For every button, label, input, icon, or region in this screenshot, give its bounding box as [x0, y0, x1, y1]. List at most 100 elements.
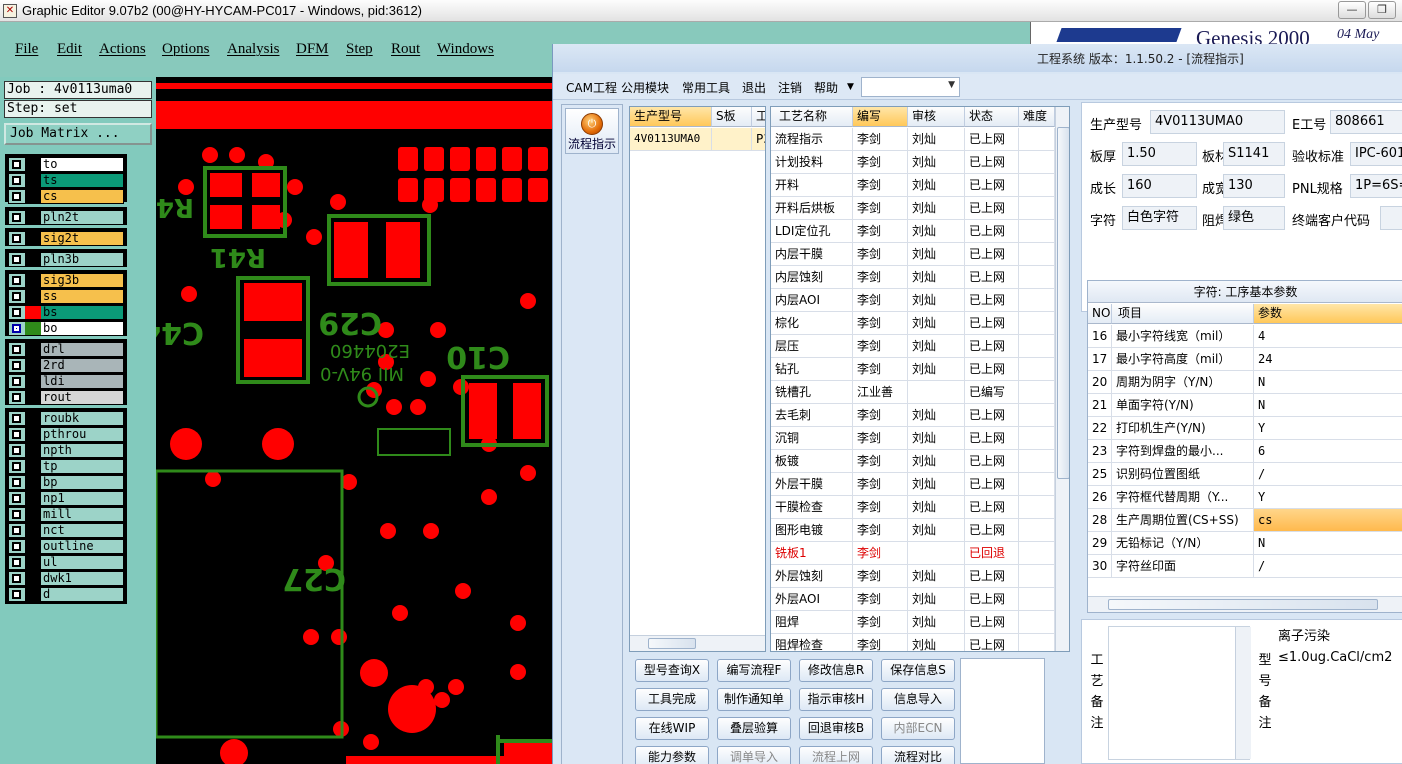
sboard-cell[interactable] — [712, 128, 752, 151]
job-matrix-button[interactable]: Job Matrix ... — [4, 123, 152, 145]
action-button[interactable]: 型号查询X — [635, 659, 709, 682]
layer-checkbox[interactable] — [12, 510, 21, 519]
process-cell[interactable]: 刘灿 — [908, 519, 965, 542]
process-cell[interactable]: 已上网 — [965, 289, 1019, 312]
col-header-difficulty[interactable]: 难度 — [1019, 107, 1055, 127]
process-cell[interactable]: 李剑 — [853, 634, 908, 651]
process-cell[interactable]: 去毛刺 — [771, 404, 853, 427]
menu-edit[interactable]: Edit — [57, 41, 82, 58]
layer-row-pln3b[interactable]: pln3b — [8, 252, 124, 267]
layer-checkbox[interactable] — [12, 377, 21, 386]
menu-logout[interactable]: 注销 — [778, 79, 802, 96]
layer-checkbox[interactable] — [12, 361, 21, 370]
layer-checkbox[interactable] — [12, 345, 21, 354]
action-button[interactable]: 制作通知单 — [717, 688, 791, 711]
field-length[interactable]: 160 — [1122, 174, 1197, 198]
process-cell[interactable] — [1019, 450, 1055, 473]
process-cell[interactable] — [1019, 611, 1055, 634]
menu-exit[interactable]: 退出 — [742, 79, 766, 96]
field-eno[interactable]: 808661 — [1330, 110, 1402, 134]
process-cell[interactable] — [1019, 565, 1055, 588]
layer-row-pthrou[interactable]: pthrou — [8, 427, 124, 442]
param-cell[interactable]: / — [1254, 555, 1402, 578]
process-cell[interactable]: 李剑 — [853, 588, 908, 611]
process-cell[interactable]: 已上网 — [965, 473, 1019, 496]
layer-checkbox[interactable] — [12, 176, 21, 185]
process-cell[interactable] — [1019, 542, 1055, 565]
process-cell[interactable]: 外层蚀刻 — [771, 565, 853, 588]
layer-checkbox[interactable] — [12, 494, 21, 503]
col-header-writer[interactable]: 编写 — [853, 107, 908, 127]
process-cell[interactable]: 李剑 — [853, 335, 908, 358]
process-cell[interactable]: 李剑 — [853, 243, 908, 266]
col-header-process[interactable]: 工艺名称 — [771, 107, 853, 127]
process-cell[interactable]: 李剑 — [853, 128, 908, 151]
field-customer[interactable] — [1380, 206, 1402, 230]
menu-common-tools[interactable]: 常用工具 — [682, 79, 730, 96]
param-cell[interactable]: 打印机生产(Y/N) — [1112, 417, 1254, 440]
process-cell[interactable]: 刘灿 — [908, 450, 965, 473]
process-cell[interactable]: 李剑 — [853, 450, 908, 473]
process-cell[interactable] — [1019, 174, 1055, 197]
param-cell[interactable]: 26 — [1088, 486, 1112, 509]
menu-actions[interactable]: Actions — [99, 41, 146, 58]
field-width[interactable]: 130 — [1223, 174, 1285, 198]
process-cell[interactable]: 李剑 — [853, 312, 908, 335]
process-cell[interactable]: 图形电镀 — [771, 519, 853, 542]
action-button[interactable]: 流程对比 — [881, 746, 955, 764]
menu-windows[interactable]: Windows — [437, 41, 494, 58]
layer-checkbox[interactable] — [12, 430, 21, 439]
process-cell[interactable] — [1019, 473, 1055, 496]
process-cell[interactable]: 开料 — [771, 174, 853, 197]
process-cell[interactable] — [1019, 381, 1055, 404]
process-cell[interactable] — [1019, 519, 1055, 542]
layer-checkbox[interactable] — [12, 276, 21, 285]
process-cell[interactable]: 李剑 — [853, 197, 908, 220]
param-hscroll[interactable] — [1088, 596, 1402, 612]
process-cell[interactable]: 铣槽孔 — [771, 381, 853, 404]
param-cell[interactable]: 6 — [1254, 440, 1402, 463]
layer-row-sig2t[interactable]: sig2t — [8, 231, 124, 246]
layer-row-ts[interactable]: ts — [8, 173, 124, 188]
field-char[interactable]: 白色字符 — [1122, 206, 1197, 230]
layer-row-outline[interactable]: outline — [8, 539, 124, 554]
process-cell[interactable]: 阻焊 — [771, 611, 853, 634]
process-cell[interactable]: 干膜检查 — [771, 496, 853, 519]
col-header-model[interactable]: 生产型号 — [630, 107, 712, 127]
process-cell[interactable]: 李剑 — [853, 427, 908, 450]
process-cell[interactable]: 已上网 — [965, 611, 1019, 634]
param-cell[interactable]: 16 — [1088, 325, 1112, 348]
process-cell[interactable]: 李剑 — [853, 174, 908, 197]
process-cell[interactable]: 李剑 — [853, 519, 908, 542]
layer-row-npth[interactable]: npth — [8, 443, 124, 458]
layer-checkbox[interactable] — [12, 574, 21, 583]
process-cell[interactable]: 棕化 — [771, 312, 853, 335]
process-cell[interactable] — [1019, 496, 1055, 519]
process-cell[interactable]: 刘灿 — [908, 611, 965, 634]
process-cell[interactable]: 刘灿 — [908, 496, 965, 519]
action-button[interactable]: 保存信息S — [881, 659, 955, 682]
process-cell[interactable]: 钻孔 — [771, 358, 853, 381]
layer-checkbox[interactable] — [12, 558, 21, 567]
layer-row-bo[interactable]: bo — [8, 321, 124, 336]
menu-options[interactable]: Options — [162, 41, 210, 58]
action-button[interactable]: 能力参数 — [635, 746, 709, 764]
process-cell[interactable] — [1019, 358, 1055, 381]
pcb-canvas[interactable]: R42 R41 C44 C29 E204460 MII 94V-0 C10 C2… — [156, 77, 552, 764]
extra-cell[interactable]: P3 — [752, 128, 765, 151]
process-cell[interactable]: 已上网 — [965, 450, 1019, 473]
menu-file[interactable]: File — [15, 41, 38, 58]
process-cell[interactable] — [1019, 335, 1055, 358]
menu-dfm[interactable]: DFM — [296, 41, 329, 58]
param-cell[interactable]: 无铅标记（Y/N） — [1112, 532, 1254, 555]
process-cell[interactable]: 已上网 — [965, 128, 1019, 151]
param-cell[interactable]: 17 — [1088, 348, 1112, 371]
process-cell[interactable]: 李剑 — [853, 289, 908, 312]
process-cell[interactable] — [1019, 197, 1055, 220]
model-cell[interactable]: 4V0113UMA0 — [630, 128, 712, 151]
process-cell[interactable]: 刘灿 — [908, 220, 965, 243]
layer-row-rout[interactable]: rout — [8, 390, 124, 405]
process-cell[interactable]: 板镀 — [771, 450, 853, 473]
process-cell[interactable]: 已上网 — [965, 519, 1019, 542]
process-cell[interactable]: 已上网 — [965, 634, 1019, 651]
